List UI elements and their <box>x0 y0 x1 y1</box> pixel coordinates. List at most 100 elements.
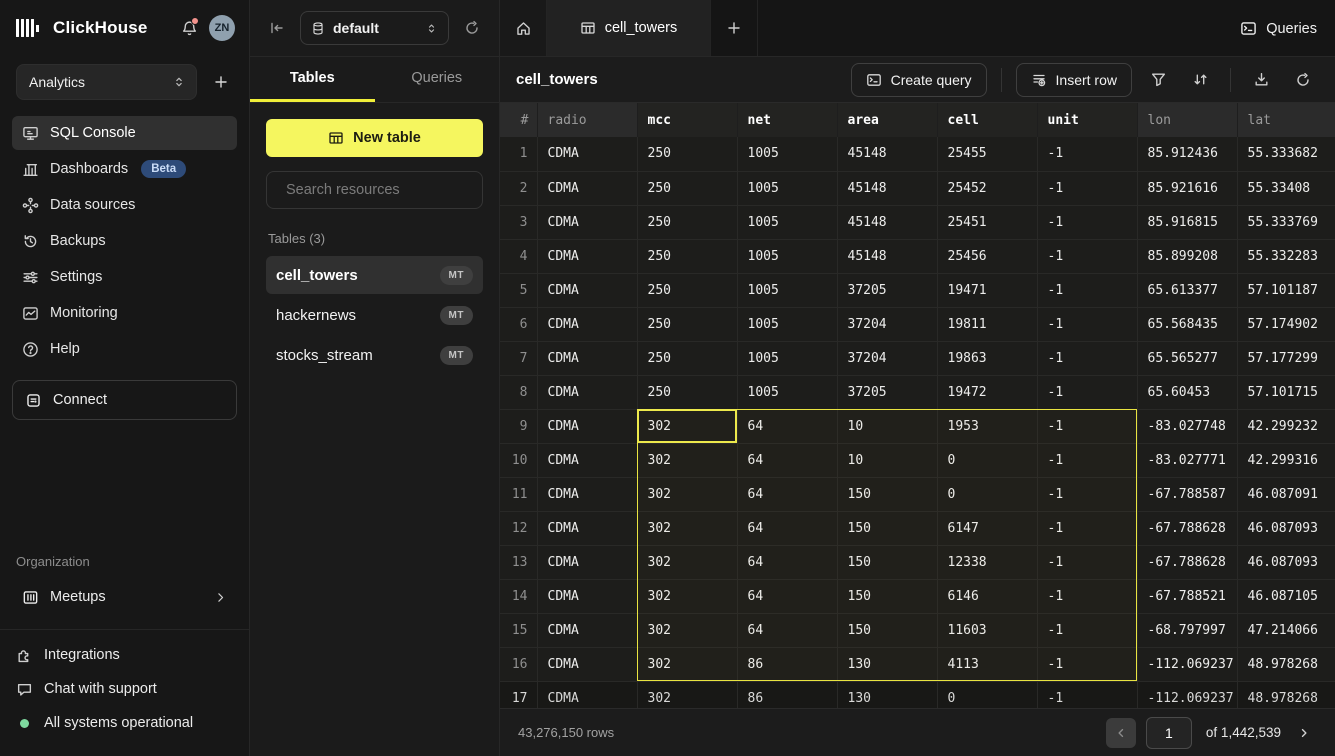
row-number-cell[interactable]: 14 <box>500 579 537 613</box>
data-cell[interactable]: 65.60453 <box>1137 375 1237 409</box>
data-cell[interactable]: CDMA <box>537 681 637 708</box>
sidebar-item-help[interactable]: Help <box>12 332 237 366</box>
data-cell[interactable]: 1005 <box>737 375 837 409</box>
data-cell[interactable]: 4113 <box>937 647 1037 681</box>
avatar[interactable]: ZN <box>209 15 235 41</box>
home-tab-button[interactable] <box>500 0 547 56</box>
row-number-cell[interactable]: 9 <box>500 409 537 443</box>
data-cell[interactable]: 46.087093 <box>1237 545 1335 579</box>
data-cell[interactable]: 45148 <box>837 205 937 239</box>
row-number-cell[interactable]: 5 <box>500 273 537 307</box>
data-cell[interactable]: 25451 <box>937 205 1037 239</box>
collapse-panel-button[interactable] <box>264 15 290 41</box>
data-cell[interactable]: 37204 <box>837 341 937 375</box>
data-cell[interactable]: 85.899208 <box>1137 239 1237 273</box>
row-number-cell[interactable]: 8 <box>500 375 537 409</box>
queries-button[interactable]: Queries <box>1240 0 1317 57</box>
data-cell[interactable]: 250 <box>637 239 737 273</box>
data-cell[interactable]: CDMA <box>537 273 637 307</box>
data-cell[interactable]: -1 <box>1037 307 1137 341</box>
data-cell[interactable]: 6147 <box>937 511 1037 545</box>
data-cell[interactable]: 85.916815 <box>1137 205 1237 239</box>
data-cell[interactable]: 302 <box>637 613 737 647</box>
column-header[interactable]: lon <box>1137 103 1237 137</box>
data-cell[interactable]: CDMA <box>537 137 637 171</box>
data-cell[interactable]: 1005 <box>737 171 837 205</box>
column-header[interactable]: net <box>737 103 837 137</box>
data-cell[interactable]: 0 <box>937 443 1037 477</box>
previous-page-button[interactable] <box>1106 718 1136 748</box>
row-number-cell[interactable]: 13 <box>500 545 537 579</box>
sidebar-item-monitoring[interactable]: Monitoring <box>12 296 237 330</box>
data-cell[interactable]: 10 <box>837 409 937 443</box>
data-cell[interactable]: CDMA <box>537 205 637 239</box>
data-cell[interactable]: 46.087105 <box>1237 579 1335 613</box>
data-cell[interactable]: 1005 <box>737 239 837 273</box>
connect-button[interactable]: Connect <box>12 380 237 420</box>
sidebar-item-meetups[interactable]: Meetups <box>12 579 237 615</box>
data-cell[interactable]: CDMA <box>537 511 637 545</box>
data-cell[interactable]: 86 <box>737 681 837 708</box>
sort-button[interactable] <box>1184 64 1216 96</box>
data-cell[interactable]: 250 <box>637 137 737 171</box>
sidebar-item-integrations[interactable]: Integrations <box>16 640 233 670</box>
data-cell[interactable]: 57.101187 <box>1237 273 1335 307</box>
data-cell[interactable]: -83.027748 <box>1137 409 1237 443</box>
data-cell[interactable]: 150 <box>837 477 937 511</box>
column-header[interactable]: cell <box>937 103 1037 137</box>
data-cell[interactable]: -1 <box>1037 409 1137 443</box>
data-cell[interactable]: 302 <box>637 579 737 613</box>
data-cell[interactable]: 250 <box>637 273 737 307</box>
data-cell[interactable]: 250 <box>637 341 737 375</box>
column-header[interactable]: # <box>500 103 537 137</box>
row-number-cell[interactable]: 17 <box>500 681 537 708</box>
data-cell[interactable]: -1 <box>1037 647 1137 681</box>
system-status[interactable]: All systems operational <box>16 708 233 738</box>
data-cell[interactable]: 250 <box>637 171 737 205</box>
data-cell[interactable]: 1005 <box>737 205 837 239</box>
data-cell[interactable]: 64 <box>737 579 837 613</box>
data-cell[interactable]: 1005 <box>737 307 837 341</box>
row-number-cell[interactable]: 15 <box>500 613 537 647</box>
data-cell[interactable]: 302 <box>637 545 737 579</box>
data-cell[interactable]: -67.788628 <box>1137 511 1237 545</box>
row-number-cell[interactable]: 12 <box>500 511 537 545</box>
data-cell[interactable]: 302 <box>637 681 737 708</box>
data-cell[interactable]: 48.978268 <box>1237 647 1335 681</box>
data-cell[interactable]: 37205 <box>837 375 937 409</box>
data-cell[interactable]: 0 <box>937 477 1037 511</box>
row-number-cell[interactable]: 11 <box>500 477 537 511</box>
data-cell[interactable]: CDMA <box>537 307 637 341</box>
row-number-cell[interactable]: 4 <box>500 239 537 273</box>
data-cell[interactable]: -1 <box>1037 341 1137 375</box>
sidebar-item-dashboards[interactable]: Dashboards Beta <box>12 152 237 186</box>
data-cell[interactable]: CDMA <box>537 341 637 375</box>
data-cell[interactable]: 19811 <box>937 307 1037 341</box>
workspace-select[interactable]: Analytics <box>16 64 197 100</box>
column-header[interactable]: unit <box>1037 103 1137 137</box>
data-cell[interactable]: -68.797997 <box>1137 613 1237 647</box>
data-cell[interactable]: 150 <box>837 579 937 613</box>
page-number-input[interactable] <box>1146 717 1192 749</box>
data-cell[interactable]: CDMA <box>537 239 637 273</box>
data-cell[interactable]: 86 <box>737 647 837 681</box>
data-cell[interactable]: 37204 <box>837 307 937 341</box>
data-cell[interactable]: 64 <box>737 477 837 511</box>
data-cell[interactable]: -1 <box>1037 579 1137 613</box>
data-cell[interactable]: 11603 <box>937 613 1037 647</box>
data-cell[interactable]: -1 <box>1037 171 1137 205</box>
new-tab-button[interactable] <box>711 0 758 56</box>
data-cell[interactable]: 250 <box>637 307 737 341</box>
data-cell[interactable]: 302 <box>637 511 737 545</box>
data-cell[interactable]: 57.174902 <box>1237 307 1335 341</box>
database-select[interactable]: default <box>300 11 449 45</box>
data-cell[interactable]: 48.978268 <box>1237 681 1335 708</box>
data-cell[interactable]: -1 <box>1037 511 1137 545</box>
data-cell[interactable]: 19472 <box>937 375 1037 409</box>
data-cell[interactable]: 85.912436 <box>1137 137 1237 171</box>
data-cell[interactable]: 302 <box>637 409 737 443</box>
refresh-tables-button[interactable] <box>459 15 485 41</box>
row-number-cell[interactable]: 6 <box>500 307 537 341</box>
notifications-button[interactable] <box>177 16 201 40</box>
data-cell[interactable]: 12338 <box>937 545 1037 579</box>
